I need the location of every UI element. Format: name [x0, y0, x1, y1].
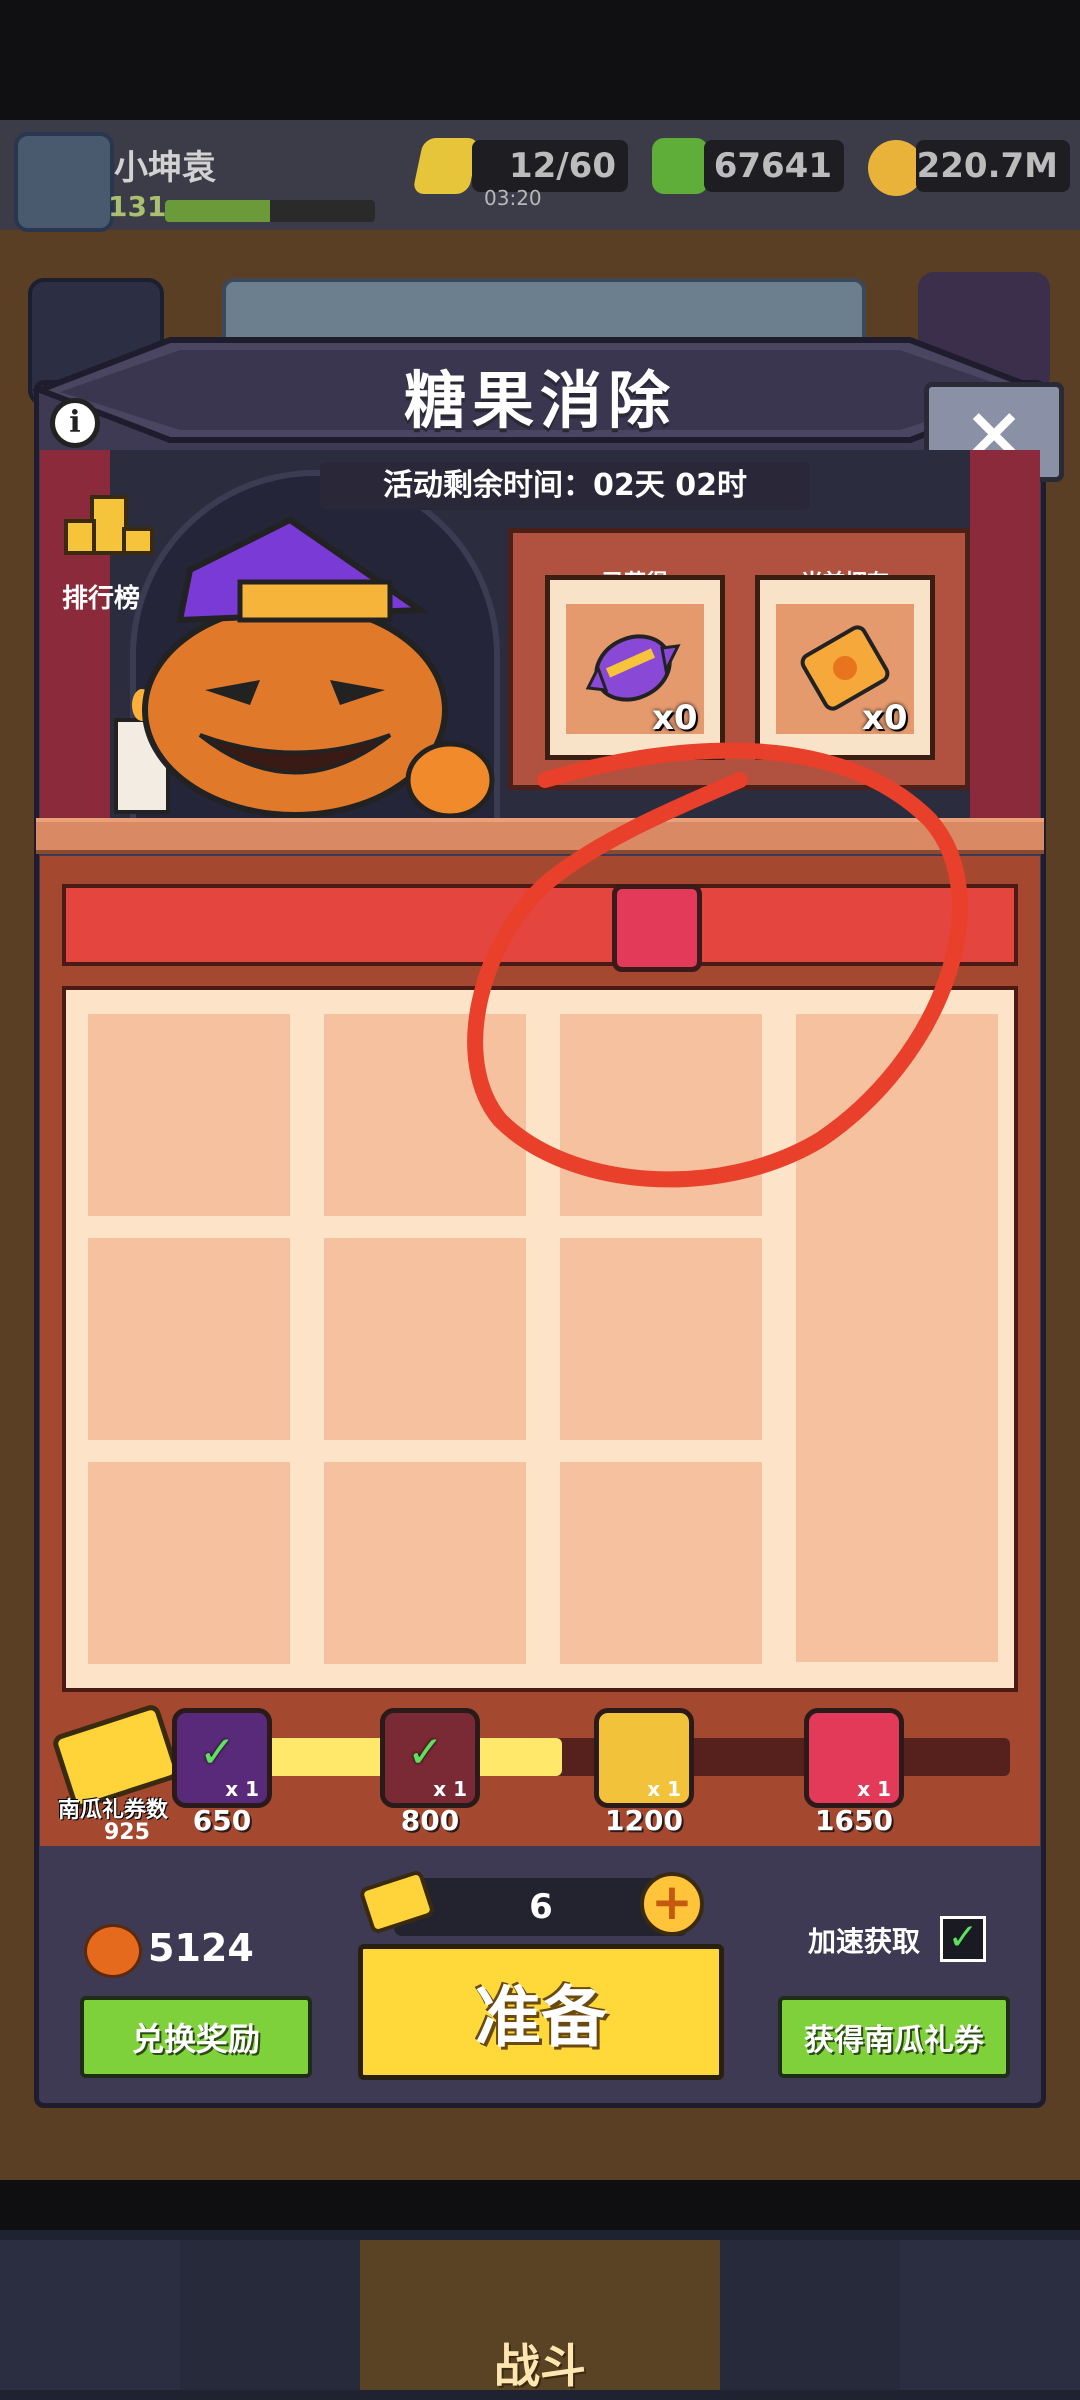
username: 小坤袁	[114, 148, 216, 188]
milestone-value: 1200	[605, 1804, 683, 1837]
milestone-reward-count: x 1	[857, 1777, 891, 1801]
pumpkin-witch-mascot	[114, 516, 495, 819]
event-time-remaining: 活动剩余时间：02天 02时	[320, 462, 810, 510]
xp-bar-fill	[165, 200, 270, 222]
speed-up-label: 加速获取	[808, 1925, 921, 1958]
nav-battle-label: 战斗	[494, 2339, 586, 2393]
avatar[interactable]	[14, 132, 114, 232]
coin-counter: 220.7M	[916, 140, 1070, 192]
gem-counter: 67641	[704, 140, 844, 192]
check-icon: ✓	[407, 1727, 444, 1778]
grid-cell[interactable]	[560, 1462, 762, 1664]
grid-cell[interactable]	[88, 1238, 290, 1440]
modal-title: 糖果消除	[403, 364, 676, 437]
energy-counter: 12/60	[472, 140, 628, 192]
grid-cell[interactable]	[88, 1462, 290, 1664]
grid-cell[interactable]	[324, 1462, 526, 1664]
energy-timer: 03:20	[484, 186, 542, 210]
nav-equipment[interactable]	[180, 2240, 360, 2390]
speed-up-checkbox[interactable]: ✓	[940, 1916, 986, 1962]
nav-evolve[interactable]	[900, 2240, 1080, 2390]
grid-cell[interactable]	[88, 1014, 290, 1216]
nav-shop[interactable]	[0, 2240, 180, 2390]
ticket-image	[800, 625, 890, 711]
ready-button[interactable]: 准备	[358, 1944, 724, 2080]
milestone-value: 800	[400, 1804, 460, 1837]
player-level: 131	[108, 190, 167, 223]
milestone-reward[interactable]: x 1	[804, 1708, 904, 1808]
candy-image	[585, 634, 681, 702]
milestone-reward[interactable]: ✓ x 1	[172, 1708, 272, 1808]
milestone-value: 1650	[815, 1804, 893, 1837]
status-bar	[0, 0, 1080, 120]
annotation-circle	[467, 742, 968, 1188]
add-tickets-button[interactable]: +	[640, 1872, 704, 1936]
milestone-reward-count: x 1	[433, 1777, 467, 1801]
milestone-reward-count: x 1	[225, 1777, 259, 1801]
milestone-reward[interactable]: x 1	[594, 1708, 694, 1808]
curtain-right	[970, 450, 1040, 820]
grid-cell[interactable]	[324, 1238, 526, 1440]
ticket-count: 925	[104, 1820, 150, 1845]
pumpkin-icon	[84, 1924, 142, 1978]
get-pumpkin-tickets-button[interactable]: 获得南瓜礼券	[778, 1996, 1010, 2078]
info-icon[interactable]: i	[50, 398, 100, 448]
pumpkin-count: 5124	[148, 1926, 254, 1970]
xp-bar	[165, 200, 375, 222]
exchange-rewards-button[interactable]: 兑换奖励	[80, 1996, 312, 2078]
milestone-value: 650	[192, 1804, 252, 1837]
milestone-reward-count: x 1	[647, 1777, 681, 1801]
check-icon: ✓	[199, 1727, 236, 1778]
grid-cell[interactable]	[560, 1238, 762, 1440]
gem-icon[interactable]	[652, 138, 708, 194]
milestone-reward[interactable]: ✓ x 1	[380, 1708, 480, 1808]
nav-talent[interactable]	[720, 2240, 900, 2390]
